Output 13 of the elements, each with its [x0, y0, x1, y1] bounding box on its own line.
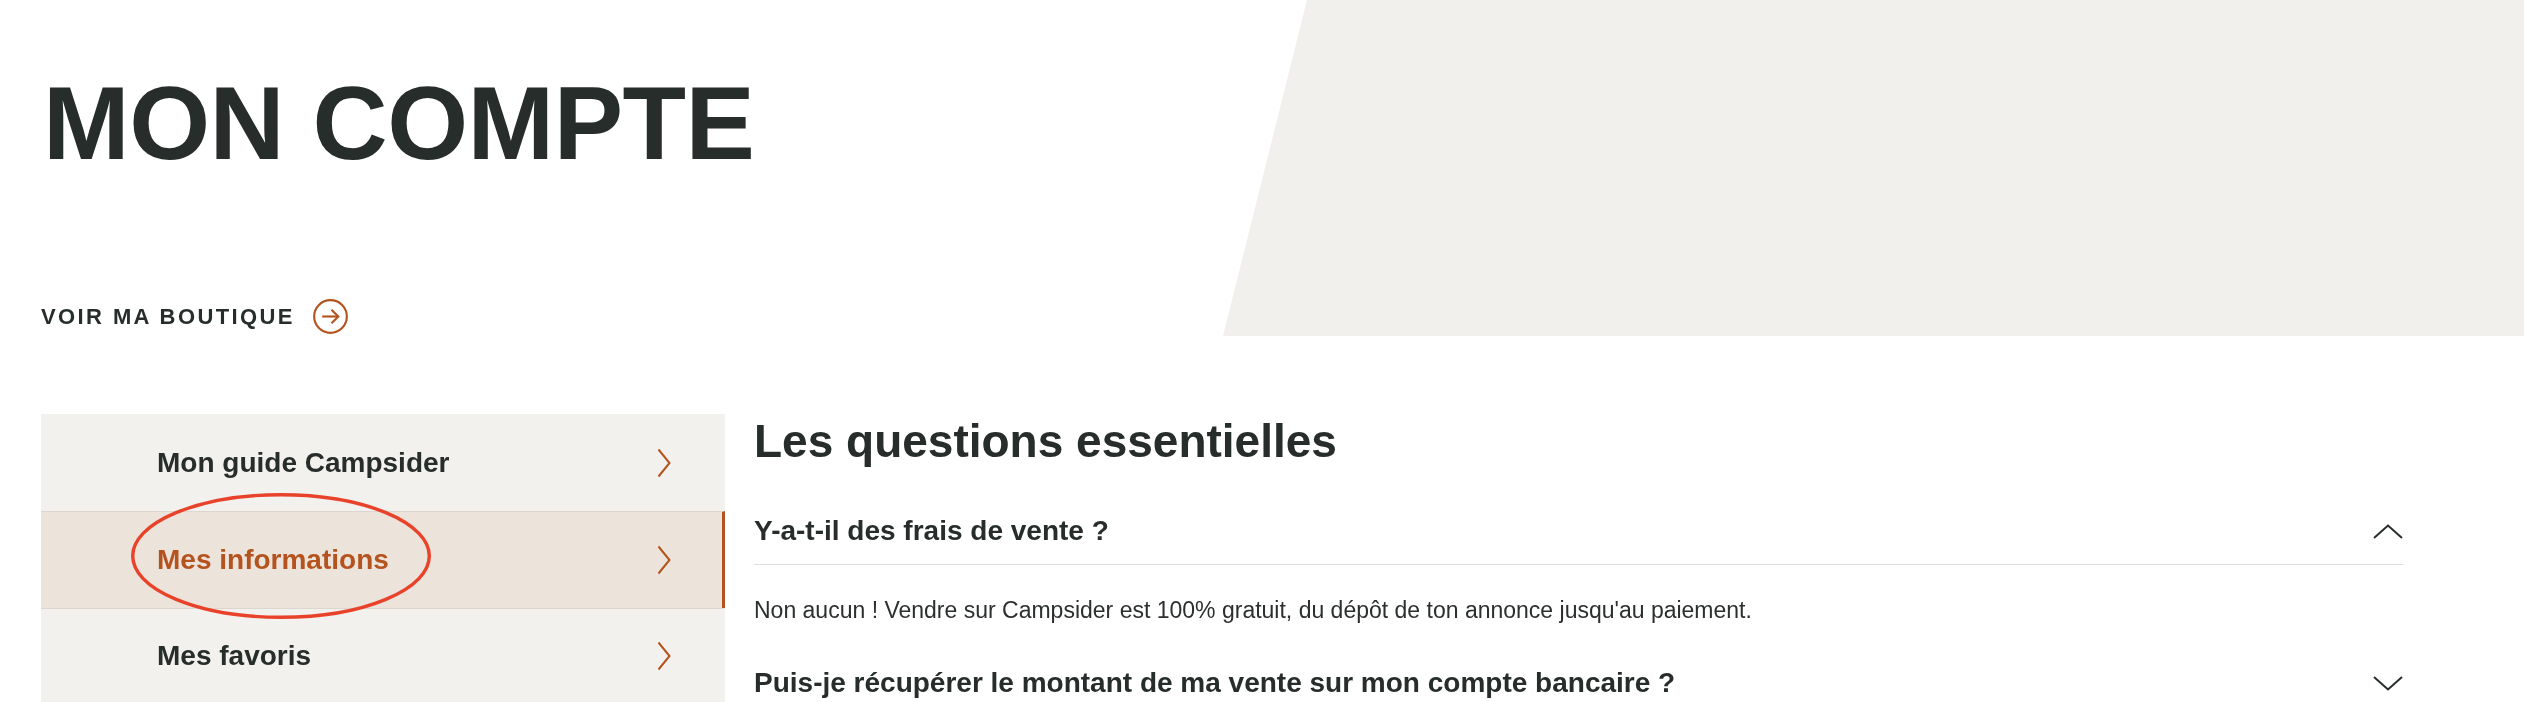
- sidebar-item[interactable]: Mes favoris: [41, 608, 725, 702]
- chevron-right-icon: [657, 447, 671, 478]
- faq-question[interactable]: Y-a-t-il des frais de vente ?: [754, 516, 2403, 566]
- section-heading: Les questions essentielles: [754, 414, 1337, 469]
- shop-link[interactable]: VOIR MA BOUTIQUE: [41, 299, 348, 334]
- arrow-circle-icon: [312, 299, 348, 334]
- faq-answer: Non aucun ! Vendre sur Campsider est 100% gratuit, du dépôt de ton annonce jusqu'au paiement.: [754, 596, 1752, 626]
- page-title: MON COMPTE: [43, 71, 755, 175]
- chevron-right-icon: [657, 640, 671, 671]
- chevron-right-icon: [657, 545, 671, 575]
- faq-question[interactable]: Puis-je récupérer le montant de ma vente sur mon compte bancaire ?: [754, 668, 2403, 699]
- sidebar-item[interactable]: Mon guide Campsider: [41, 414, 725, 511]
- sidebar-item[interactable]: Mes informations: [41, 511, 725, 608]
